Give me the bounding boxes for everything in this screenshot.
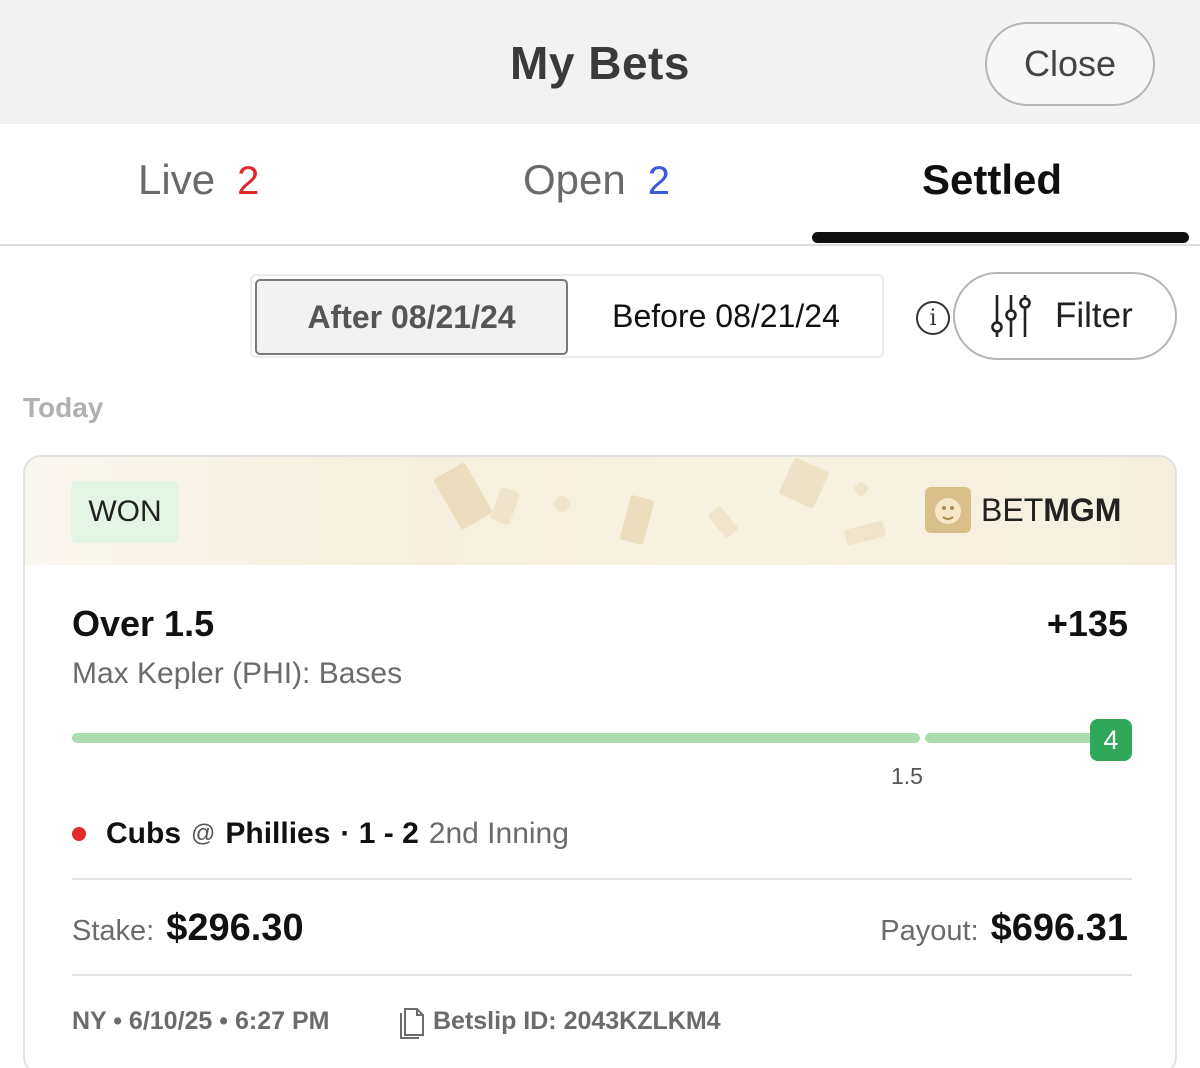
divider: [72, 974, 1132, 976]
bet-tabs: Live 2 Open 2 Settled: [0, 124, 1200, 246]
betslip-id[interactable]: Betslip ID: 2043KZLKM4: [397, 1003, 721, 1039]
away-team: Cubs: [106, 817, 181, 850]
payout-value: $696.31: [990, 907, 1128, 949]
game-score: · 1 - 2: [340, 817, 419, 850]
bet-odds: +135: [1046, 603, 1128, 644]
confetti: [778, 457, 830, 510]
game-period: 2nd Inning: [428, 817, 569, 850]
divider: [72, 878, 1132, 880]
active-tab-indicator: [812, 232, 1189, 243]
bet-selection: Over 1.5: [72, 603, 215, 644]
filter-label: Filter: [1055, 296, 1133, 335]
brand-prefix: BET: [981, 491, 1044, 528]
brand-logo: BETMGM: [925, 487, 1121, 533]
confetti: [552, 494, 572, 514]
card-banner: WON BETMGM: [25, 457, 1175, 565]
confetti: [432, 461, 494, 531]
brand-suffix: MGM: [1043, 491, 1122, 528]
tab-count: 2: [647, 159, 670, 203]
at-symbol: @: [191, 820, 216, 847]
confetti: [843, 520, 887, 546]
stake-label: Stake:: [72, 915, 155, 947]
bet-card[interactable]: WON BETMGM Over 1.5 +135 Max Kepler (PHI…: [23, 455, 1177, 1068]
payout: Payout: $696.31: [880, 907, 1128, 950]
bet-meta: NY • 6/10/25 • 6:27 PM: [72, 1007, 330, 1035]
tab-label: Live: [138, 156, 216, 203]
header: My Bets Close: [0, 0, 1200, 124]
confetti: [707, 505, 739, 539]
payout-label: Payout:: [880, 915, 979, 947]
confetti: [489, 486, 521, 526]
lion-icon: [925, 487, 971, 533]
after-date-option[interactable]: After 08/21/24: [255, 279, 568, 355]
tab-open[interactable]: Open 2: [523, 156, 670, 204]
live-dot-icon: [72, 827, 86, 841]
close-button[interactable]: Close: [985, 22, 1155, 106]
sliders-icon: [991, 295, 1031, 337]
stake: Stake: $296.30: [72, 907, 304, 950]
home-team: Phillies: [225, 817, 331, 850]
bet-market: Max Kepler (PHI): Bases: [72, 657, 403, 690]
progress-current-value: 4: [1090, 719, 1132, 761]
confetti: [619, 494, 655, 546]
progress-bar: [72, 733, 1132, 743]
date-range-toggle: After 08/21/24 Before 08/21/24: [250, 274, 884, 358]
info-icon[interactable]: i: [916, 301, 950, 335]
tab-count: 2: [237, 159, 260, 203]
tab-label: Settled: [922, 156, 1063, 203]
progress-segment: [72, 733, 920, 743]
section-date-label: Today: [23, 392, 104, 423]
stake-value: $296.30: [166, 907, 304, 949]
tab-settled[interactable]: Settled: [922, 156, 1062, 204]
betslip-text: Betslip ID: 2043KZLKM4: [433, 1006, 721, 1035]
tab-label: Open: [523, 156, 626, 203]
tab-live[interactable]: Live 2: [138, 156, 259, 204]
filter-button[interactable]: Filter: [953, 272, 1177, 360]
confetti: [852, 480, 870, 498]
progress-threshold-label: 1.5: [891, 763, 923, 789]
before-date-option[interactable]: Before 08/21/24: [570, 276, 882, 356]
progress-segment: [925, 733, 1100, 743]
game-info: Cubs @ Phillies · 1 - 2 2nd Inning: [72, 817, 569, 851]
status-badge: WON: [71, 481, 179, 543]
copy-icon: [400, 1008, 424, 1039]
